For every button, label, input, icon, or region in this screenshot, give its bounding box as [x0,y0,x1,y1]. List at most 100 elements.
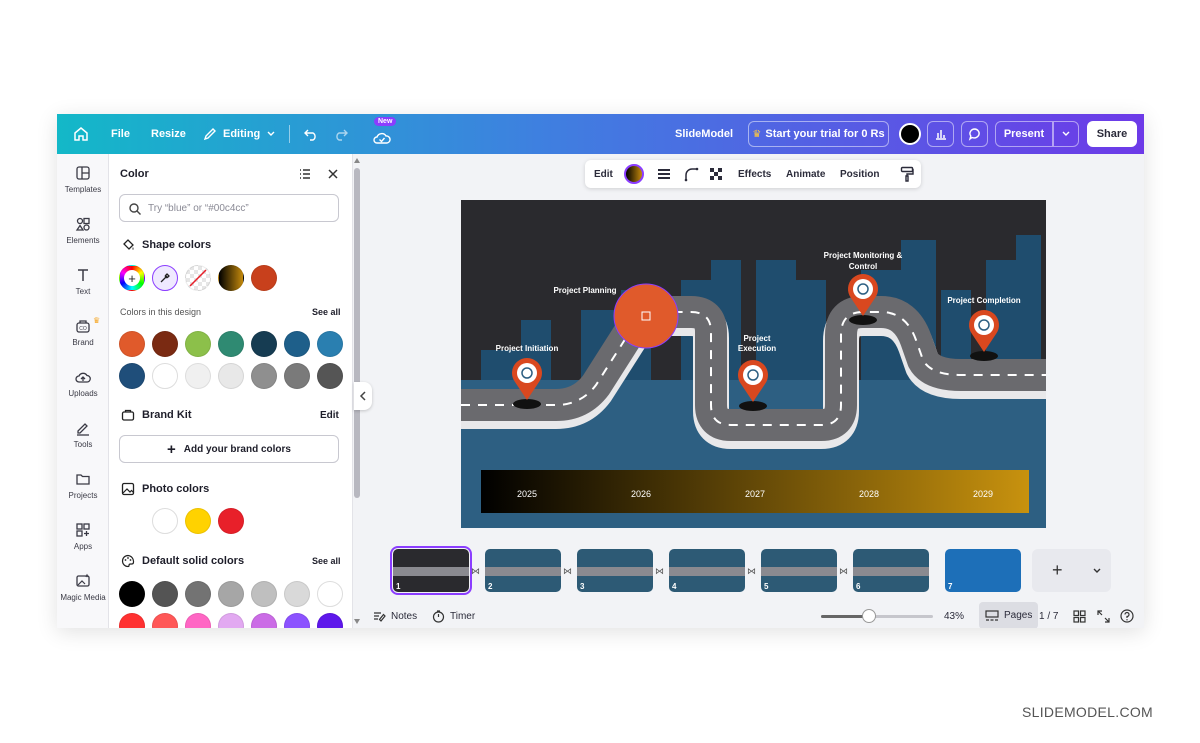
selected-circle-shape[interactable] [613,283,679,349]
timeline-year[interactable]: 2025 [517,489,537,499]
position-button[interactable]: Position [840,160,879,188]
location-pin-icon[interactable] [512,358,542,409]
design-color-swatch[interactable] [152,363,178,389]
zoom-knob[interactable] [862,608,877,623]
timeline-year[interactable]: 2029 [973,489,993,499]
default-color-swatch[interactable] [284,581,310,607]
location-pin-icon[interactable] [738,360,768,411]
design-color-swatch[interactable] [218,363,244,389]
transparency-button[interactable] [709,160,723,188]
default-color-swatch[interactable] [317,581,343,607]
default-color-swatch[interactable] [152,581,178,607]
design-color-swatch[interactable] [284,331,310,357]
page-thumbnail[interactable]: 4 [669,549,745,592]
default-color-swatch[interactable] [218,613,244,628]
redo-button[interactable] [333,114,349,154]
brand-kit-edit-link[interactable]: Edit [320,410,339,421]
page-thumbnail[interactable]: 7 [945,549,1021,592]
present-options-button[interactable] [1053,121,1079,147]
milestone-label[interactable]: Project Completion [947,296,1020,305]
milestone-label[interactable]: Project Execution [738,334,776,353]
rail-tools[interactable]: Tools [57,412,109,456]
page-thumbnail[interactable]: 5 [761,549,837,592]
timer-button[interactable]: Timer [432,604,475,628]
design-color-swatch[interactable] [152,331,178,357]
rail-brand[interactable]: ♛ CO Brand [57,310,109,354]
color-swatch-button[interactable] [899,114,921,154]
page-thumbnail[interactable]: 2 [485,549,561,592]
help-button[interactable] [1120,604,1134,628]
page-thumbnail[interactable]: 3 [577,549,653,592]
edit-button[interactable]: Edit [594,160,613,188]
corner-rounding-button[interactable] [683,160,699,188]
design-color-swatch[interactable] [251,363,277,389]
rail-apps[interactable]: Apps [57,514,109,558]
rail-templates[interactable]: Templates [57,157,109,201]
transition-icon[interactable]: ⋈ [839,566,848,577]
see-all-design-colors[interactable]: See all [312,307,341,317]
list-view-button[interactable] [298,167,312,186]
see-all-default-colors[interactable]: See all [312,556,341,566]
design-color-swatch[interactable] [317,363,343,389]
effects-button[interactable]: Effects [738,160,771,188]
insights-button[interactable] [927,121,954,147]
timeline-year[interactable]: 2026 [631,489,651,499]
rail-text[interactable]: Text [57,259,109,303]
color-search-input[interactable]: Try “blue” or “#00c4cc” [119,194,339,222]
transition-icon[interactable]: ⋈ [471,566,480,577]
document-title[interactable]: SlideModel [675,114,733,154]
pages-button[interactable]: Pages [979,602,1039,628]
default-color-swatch[interactable] [185,613,211,628]
grid-view-button[interactable] [1073,604,1086,628]
design-color-swatch[interactable] [185,331,211,357]
location-pin-icon[interactable] [848,274,878,325]
rail-uploads[interactable]: Uploads [57,361,109,405]
cloud-sync-button[interactable] [373,118,391,158]
timeline-year[interactable]: 2028 [859,489,879,499]
design-color-swatch[interactable] [251,331,277,357]
add-page-button[interactable]: + [1032,549,1111,592]
milestone-label[interactable]: Project Initiation [496,344,559,353]
share-button[interactable]: Share [1087,121,1137,147]
default-color-swatch[interactable] [251,613,277,628]
default-color-swatch[interactable] [119,613,145,628]
close-panel-button[interactable] [326,167,340,186]
fill-color-button[interactable] [624,160,644,188]
default-color-swatch[interactable] [185,581,211,607]
home-button[interactable] [73,114,89,154]
design-color-swatch[interactable] [185,363,211,389]
default-color-swatch[interactable] [152,613,178,628]
location-pin-icon[interactable] [969,310,999,361]
eyedropper-button[interactable] [152,265,178,291]
fullscreen-button[interactable] [1097,604,1110,628]
default-color-swatch[interactable] [119,581,145,607]
transition-icon[interactable]: ⋈ [747,566,756,577]
start-trial-button[interactable]: ♛ Start your trial for 0 Rs [748,121,889,147]
photo-color-swatch[interactable] [185,508,211,534]
editing-mode-dropdown[interactable]: Editing [203,114,276,154]
notes-button[interactable]: Notes [373,604,417,628]
design-color-swatch[interactable] [218,331,244,357]
file-menu[interactable]: File [111,114,130,154]
page-thumbnail[interactable]: 6 [853,549,929,592]
default-color-swatch[interactable] [317,613,343,628]
rail-magic-media[interactable]: Magic Media [57,565,109,609]
transparent-swatch[interactable] [185,265,211,291]
zoom-percent[interactable]: 43% [944,604,964,628]
design-color-swatch[interactable] [119,331,145,357]
scroll-thumb[interactable] [354,168,360,498]
transition-icon[interactable]: ⋈ [655,566,664,577]
border-style-button[interactable] [656,160,672,188]
design-color-swatch[interactable] [284,363,310,389]
photo-color-swatch[interactable] [218,508,244,534]
photo-color-swatch[interactable] [152,508,178,534]
default-color-swatch[interactable] [284,613,310,628]
scroll-up-arrow[interactable] [354,158,360,163]
add-color-button[interactable]: + [119,265,145,291]
default-color-swatch[interactable] [251,581,277,607]
default-color-swatch[interactable] [218,581,244,607]
copy-style-button[interactable] [900,160,914,188]
rail-projects[interactable]: Projects [57,463,109,507]
design-color-swatch[interactable] [119,363,145,389]
orange-red-swatch[interactable] [251,265,277,291]
